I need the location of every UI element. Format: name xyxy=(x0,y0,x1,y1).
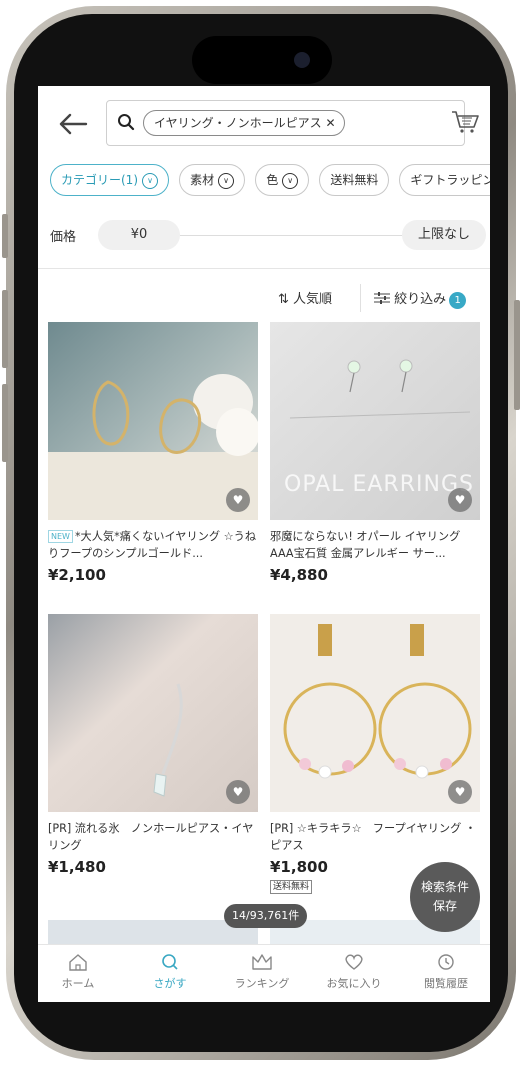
search-header: イヤリング・ノンホールピアス ✕ xyxy=(38,86,490,166)
chevron-down-icon: ∨ xyxy=(218,172,235,189)
cart-icon[interactable] xyxy=(450,108,480,134)
sliders-icon xyxy=(374,292,390,304)
image-watermark-text: OPAL EARRINGS xyxy=(284,472,474,497)
save-search-label: 保存 xyxy=(432,899,457,913)
price-label: 価格 xyxy=(50,230,77,245)
nav-search[interactable]: さがす xyxy=(130,953,210,991)
refine-count-badge: 1 xyxy=(449,292,467,309)
product-image: OPAL EARRINGS ♥ xyxy=(270,322,480,520)
filter-material-chip[interactable]: 素材 ∨ xyxy=(179,164,246,196)
chevron-down-icon: ∨ xyxy=(282,172,299,189)
nav-favorites-label: お気に入り xyxy=(326,977,382,990)
refine-label: 絞り込み xyxy=(394,292,447,307)
chevron-down-icon: ∨ xyxy=(142,172,158,189)
sort-bar: ⇅ 人気順 絞り込み 1 xyxy=(38,284,490,314)
divider xyxy=(38,268,490,269)
sort-button[interactable]: ⇅ 人気順 xyxy=(278,288,332,307)
product-title: [PR] ☆キラキラ☆ フープイヤリング ・ ピアス xyxy=(270,822,477,852)
price-range-line xyxy=(180,235,402,236)
nav-home-label: ホーム xyxy=(61,977,95,990)
refine-button[interactable]: 絞り込み 1 xyxy=(374,288,467,309)
free-shipping-badge: 送料無料 xyxy=(270,880,313,894)
heart-icon xyxy=(345,954,363,970)
product-title: NEW *大人気*痛くないイヤリング ☆うねりフープのシンプルゴールド... xyxy=(48,528,258,562)
nav-ranking[interactable]: ランキング xyxy=(222,953,302,991)
product-image: ♥ xyxy=(270,614,480,812)
result-counter: 14/93,761件 xyxy=(224,904,308,928)
app-screen: イヤリング・ノンホールピアス ✕ カテゴリー(1) ∨ 素材 ∨ 色 ∨ 送料無料 ギ… xyxy=(38,86,490,1002)
price-max-button[interactable]: 上限なし xyxy=(402,220,486,250)
product-price: ¥1,480 xyxy=(48,858,106,876)
product-price: ¥1,800 xyxy=(270,858,328,876)
phone-side-button xyxy=(2,384,8,462)
home-icon xyxy=(69,954,87,971)
search-query-chip[interactable]: イヤリング・ノンホールピアス ✕ xyxy=(143,110,345,136)
phone-side-button xyxy=(2,290,8,368)
product-price: ¥4,880 xyxy=(270,566,328,584)
nav-history-label: 閲覧履歴 xyxy=(424,977,468,990)
save-search-label: 検索条件 xyxy=(420,880,469,894)
price-filter: 価格 ¥0 上限なし xyxy=(50,220,486,252)
heart-icon[interactable]: ♥ xyxy=(226,488,250,512)
nav-ranking-label: ランキング xyxy=(234,977,290,990)
filter-color-chip[interactable]: 色 ∨ xyxy=(255,164,310,196)
heart-icon[interactable]: ♥ xyxy=(226,780,250,804)
divider xyxy=(360,284,361,312)
phone-side-button xyxy=(514,300,520,410)
new-badge: NEW xyxy=(48,530,73,543)
nav-history[interactable]: 閲覧履歴 xyxy=(406,953,486,991)
product-title: [PR] 流れる氷 ノンホールピアス・イヤリング xyxy=(48,822,254,852)
price-min-button[interactable]: ¥0 xyxy=(98,220,180,250)
history-icon xyxy=(438,954,454,970)
bottom-nav: ホーム さがす ランキング お気に入り 閲覧履歴 xyxy=(38,944,490,1002)
product-price: ¥2,100 xyxy=(48,566,106,584)
filter-free-shipping-chip[interactable]: 送料無料 xyxy=(319,164,390,196)
magnifier-icon xyxy=(118,114,135,131)
heart-icon[interactable]: ♥ xyxy=(448,488,472,512)
phone-side-button xyxy=(2,214,8,258)
filter-color-label: 色 xyxy=(266,173,279,187)
camera-icon xyxy=(294,52,310,68)
crown-icon xyxy=(252,954,272,970)
search-icon xyxy=(162,954,178,970)
filter-category-label: カテゴリー(1) xyxy=(61,173,138,187)
product-image: ♥ xyxy=(48,322,258,520)
dynamic-island xyxy=(192,36,332,84)
search-input[interactable]: イヤリング・ノンホールピアス ✕ xyxy=(106,100,465,146)
nav-search-label: さがす xyxy=(153,977,187,990)
heart-icon[interactable]: ♥ xyxy=(448,780,472,804)
arrow-left-icon[interactable] xyxy=(58,112,88,136)
nav-home[interactable]: ホーム xyxy=(38,953,118,991)
filter-chip-row: カテゴリー(1) ∨ 素材 ∨ 色 ∨ 送料無料 ギフトラッピン xyxy=(50,164,490,198)
product-title: 邪魔にならない! オパール イヤリング AAA宝石質 金属アレルギー サー... xyxy=(270,530,461,560)
filter-material-label: 素材 xyxy=(190,173,215,187)
nav-favorites[interactable]: お気に入り xyxy=(314,953,394,991)
product-image: ♥ xyxy=(48,614,258,812)
filter-category-chip[interactable]: カテゴリー(1) ∨ xyxy=(50,164,169,196)
save-search-button[interactable]: 検索条件 保存 xyxy=(410,862,480,932)
product-title-text: *大人気*痛くないイヤリング ☆うねりフープのシンプルゴールド... xyxy=(48,530,257,560)
filter-gift-wrapping-chip[interactable]: ギフトラッピン xyxy=(399,164,490,196)
